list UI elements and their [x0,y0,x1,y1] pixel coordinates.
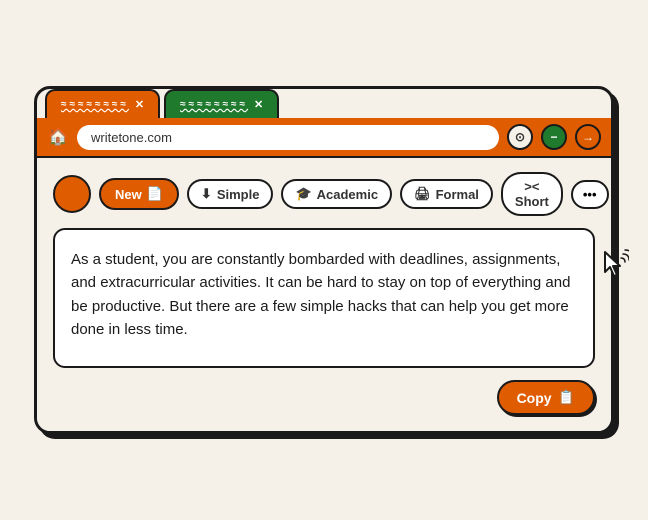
academic-icon: 🎓 [295,186,311,202]
formal-button[interactable]: 🖨 Formal [400,179,493,209]
more-label: ••• [583,187,597,202]
more-button[interactable]: ••• [571,180,609,209]
copy-label: Copy [517,390,552,406]
avatar [53,175,91,213]
tab-2[interactable]: ≈≈≈≈≈≈≈≈ ✕ [164,89,279,118]
address-bar-area: 🏠 ⊙ − → [37,118,611,158]
copy-button[interactable]: Copy 📋 [497,380,595,415]
formal-icon: 🖨 [414,186,431,202]
main-content: New 📄 ⬇ Simple 🎓 Academic 🖨 Formal >< Sh… [37,158,611,431]
tab-2-close[interactable]: ✕ [254,98,263,111]
new-button-label: New [115,187,142,202]
nav-btn-forward[interactable]: → [575,124,601,150]
tab-2-label: ≈≈≈≈≈≈≈≈ [180,99,248,110]
new-button-icon: 📄 [147,186,163,202]
short-button[interactable]: >< Short [501,172,563,216]
academic-label: Academic [317,187,378,202]
tab-1[interactable]: ≈≈≈≈≈≈≈≈ ✕ [45,89,160,118]
copy-icon: 📋 [558,389,575,406]
new-button[interactable]: New 📄 [99,178,179,210]
tab-1-label: ≈≈≈≈≈≈≈≈ [61,99,129,110]
text-box: As a student, you are constantly bombard… [53,228,595,368]
home-icon[interactable]: 🏠 [47,126,69,148]
toolbar: New 📄 ⬇ Simple 🎓 Academic 🖨 Formal >< Sh… [53,172,595,216]
simple-label: Simple [217,187,260,202]
tabs-bar: ≈≈≈≈≈≈≈≈ ✕ ≈≈≈≈≈≈≈≈ ✕ [37,89,611,118]
nav-btn-reload[interactable]: ⊙ [507,124,533,150]
short-label: >< Short [515,179,549,209]
browser-window: ≈≈≈≈≈≈≈≈ ✕ ≈≈≈≈≈≈≈≈ ✕ 🏠 ⊙ − → New 📄 ⬇ Si… [34,86,614,434]
simple-icon: ⬇ [201,186,212,202]
copy-row: Copy 📋 [53,380,595,415]
address-input[interactable] [77,125,499,150]
tab-1-close[interactable]: ✕ [135,98,144,111]
cursor-icon [597,248,629,291]
article-text: As a student, you are constantly bombard… [71,248,577,341]
simple-button[interactable]: ⬇ Simple [187,179,274,209]
academic-button[interactable]: 🎓 Academic [281,179,392,209]
formal-label: Formal [436,187,479,202]
nav-btn-minimize[interactable]: − [541,124,567,150]
